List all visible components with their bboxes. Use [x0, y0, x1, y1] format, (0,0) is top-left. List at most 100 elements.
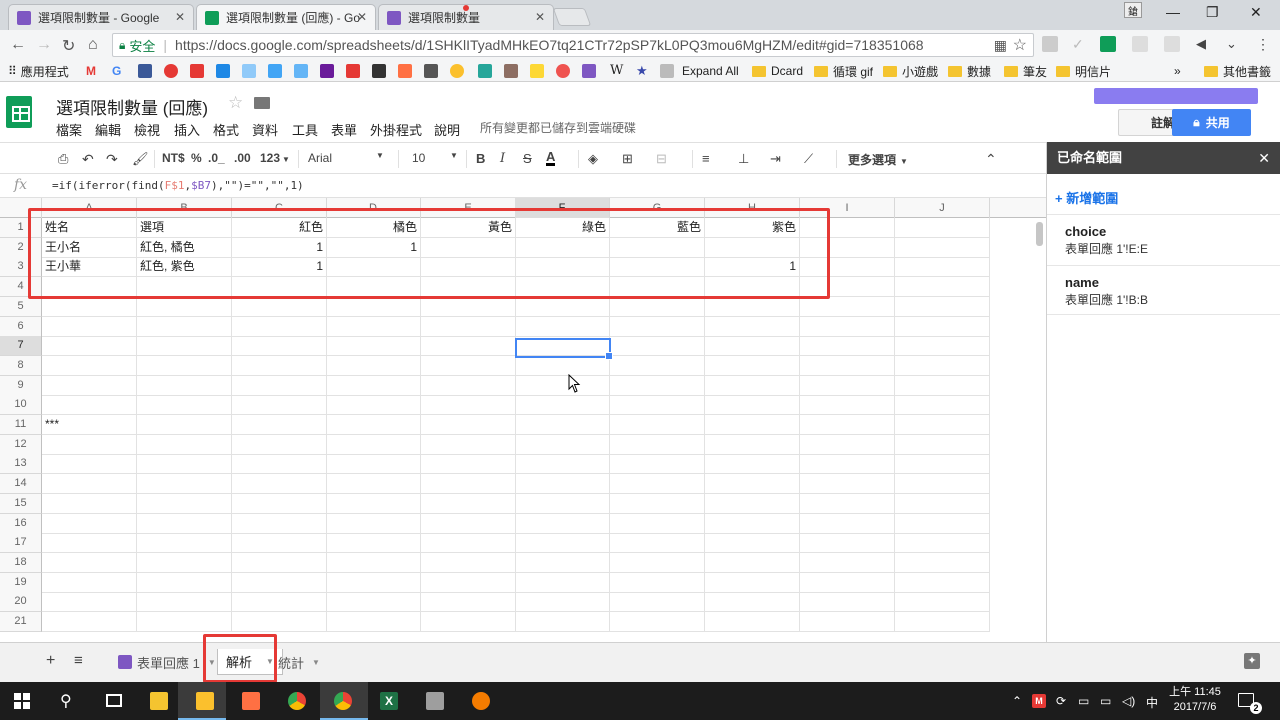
cell[interactable] — [895, 572, 990, 593]
formula-input[interactable]: =if(iferror(find(F$1,$B7),"")="","",1) — [52, 179, 304, 192]
extension-icon[interactable] — [1132, 36, 1148, 52]
cell[interactable] — [421, 533, 516, 554]
cell[interactable] — [421, 592, 516, 613]
close-icon[interactable]: ✕ — [175, 10, 185, 24]
row-header[interactable]: 9 — [0, 375, 42, 396]
menu-data[interactable]: 資料 — [252, 120, 278, 139]
cell[interactable] — [42, 493, 137, 514]
cell[interactable] — [326, 474, 421, 495]
row-header[interactable]: 14 — [0, 474, 42, 495]
menu-help[interactable]: 說明 — [434, 120, 460, 139]
row-header[interactable]: 12 — [0, 434, 42, 455]
bookmark-icon[interactable] — [398, 64, 412, 78]
cell[interactable] — [515, 296, 610, 317]
cell[interactable] — [610, 296, 705, 317]
sheets-logo-icon[interactable] — [6, 96, 32, 128]
cell[interactable] — [610, 316, 705, 337]
bookmark-icon[interactable] — [530, 64, 544, 78]
cell[interactable] — [42, 552, 137, 573]
cell[interactable] — [42, 355, 137, 376]
cell[interactable] — [42, 612, 137, 632]
cell[interactable] — [895, 513, 990, 534]
cell[interactable] — [705, 395, 800, 416]
minimize-icon[interactable]: — — [1166, 4, 1180, 20]
url-text[interactable]: https://docs.google.com/spreadsheets/d/1… — [175, 37, 924, 53]
bold-icon[interactable]: B — [476, 151, 485, 166]
bookmarks-overflow[interactable]: » — [1174, 63, 1181, 79]
menu-addons[interactable]: 外掛程式 — [370, 120, 422, 139]
row-header[interactable]: 17 — [0, 533, 42, 554]
cell[interactable] — [705, 375, 800, 396]
cell[interactable] — [137, 474, 232, 495]
cell[interactable] — [137, 355, 232, 376]
network-icon[interactable]: ▭ — [1078, 694, 1089, 708]
cell[interactable] — [421, 552, 516, 573]
cell[interactable] — [42, 296, 137, 317]
row-header[interactable]: 18 — [0, 552, 42, 573]
named-range-item[interactable]: choice 表單回應 1'!E:E — [1047, 214, 1280, 264]
cell[interactable] — [705, 533, 800, 554]
cell[interactable] — [800, 375, 895, 396]
column-header-j[interactable]: J — [895, 198, 990, 218]
cell[interactable] — [42, 572, 137, 593]
cell[interactable] — [326, 533, 421, 554]
currency-format-button[interactable]: NT$ — [162, 151, 185, 165]
reload-icon[interactable]: ↻ — [62, 36, 75, 56]
cell[interactable] — [800, 336, 895, 357]
menu-view[interactable]: 檢視 — [134, 120, 160, 139]
extension-icon[interactable] — [1100, 36, 1116, 52]
cell[interactable] — [515, 493, 610, 514]
cell[interactable]: *** — [42, 415, 137, 435]
cell[interactable] — [232, 612, 327, 632]
chrome-icon[interactable] — [334, 692, 352, 710]
row-header[interactable]: 6 — [0, 316, 42, 337]
font-family-select[interactable]: Arial ▼ — [308, 151, 388, 165]
row-header[interactable]: 15 — [0, 493, 42, 514]
cell[interactable] — [232, 533, 327, 554]
cell[interactable] — [895, 612, 990, 632]
search-icon[interactable]: ⚲ — [60, 691, 72, 711]
print-icon[interactable]: ⎙ — [58, 151, 68, 167]
star-icon[interactable]: ☆ — [1013, 35, 1027, 55]
cell[interactable] — [421, 454, 516, 475]
account-banner[interactable] — [1094, 88, 1258, 104]
cell[interactable] — [326, 454, 421, 475]
cell[interactable] — [421, 474, 516, 495]
cell[interactable] — [895, 395, 990, 416]
cell[interactable] — [421, 316, 516, 337]
row-header[interactable]: 11 — [0, 415, 42, 435]
menu-file[interactable]: 檔案 — [56, 120, 82, 139]
bookmark-folder-postcard[interactable]: 明信片 — [1056, 63, 1111, 79]
profile-icon[interactable]: 鎗 — [1124, 2, 1142, 18]
add-sheet-icon[interactable]: + — [46, 652, 55, 670]
cell[interactable] — [515, 316, 610, 337]
cell[interactable] — [800, 493, 895, 514]
cell[interactable] — [610, 533, 705, 554]
cell[interactable] — [232, 592, 327, 613]
extension-icon[interactable] — [1164, 36, 1180, 52]
row-header[interactable]: 19 — [0, 572, 42, 593]
cell[interactable] — [137, 513, 232, 534]
app-icon[interactable] — [426, 692, 444, 710]
cell[interactable] — [515, 592, 610, 613]
star-icon[interactable]: ★ — [636, 63, 650, 78]
home-icon[interactable]: ⌂ — [88, 36, 98, 54]
cell[interactable] — [515, 355, 610, 376]
merge-cells-icon[interactable]: ⊟ — [656, 151, 667, 167]
cell[interactable] — [326, 572, 421, 593]
bookmark-folder-other[interactable]: 其他書籤 — [1204, 63, 1271, 79]
cell[interactable] — [42, 336, 137, 357]
increase-decimal-button[interactable]: .00 — [234, 151, 251, 165]
cell[interactable] — [137, 454, 232, 475]
cell[interactable] — [705, 612, 800, 632]
cell[interactable] — [610, 375, 705, 396]
cell[interactable] — [895, 336, 990, 357]
excel-icon[interactable]: X — [380, 692, 398, 710]
cell[interactable] — [232, 434, 327, 455]
bookmark-icon[interactable] — [216, 64, 230, 78]
cell[interactable] — [137, 572, 232, 593]
cell[interactable] — [137, 493, 232, 514]
mail-icon[interactable] — [242, 64, 256, 78]
facebook-icon[interactable] — [138, 64, 152, 78]
mute-icon[interactable]: ◀ — [1196, 36, 1212, 52]
